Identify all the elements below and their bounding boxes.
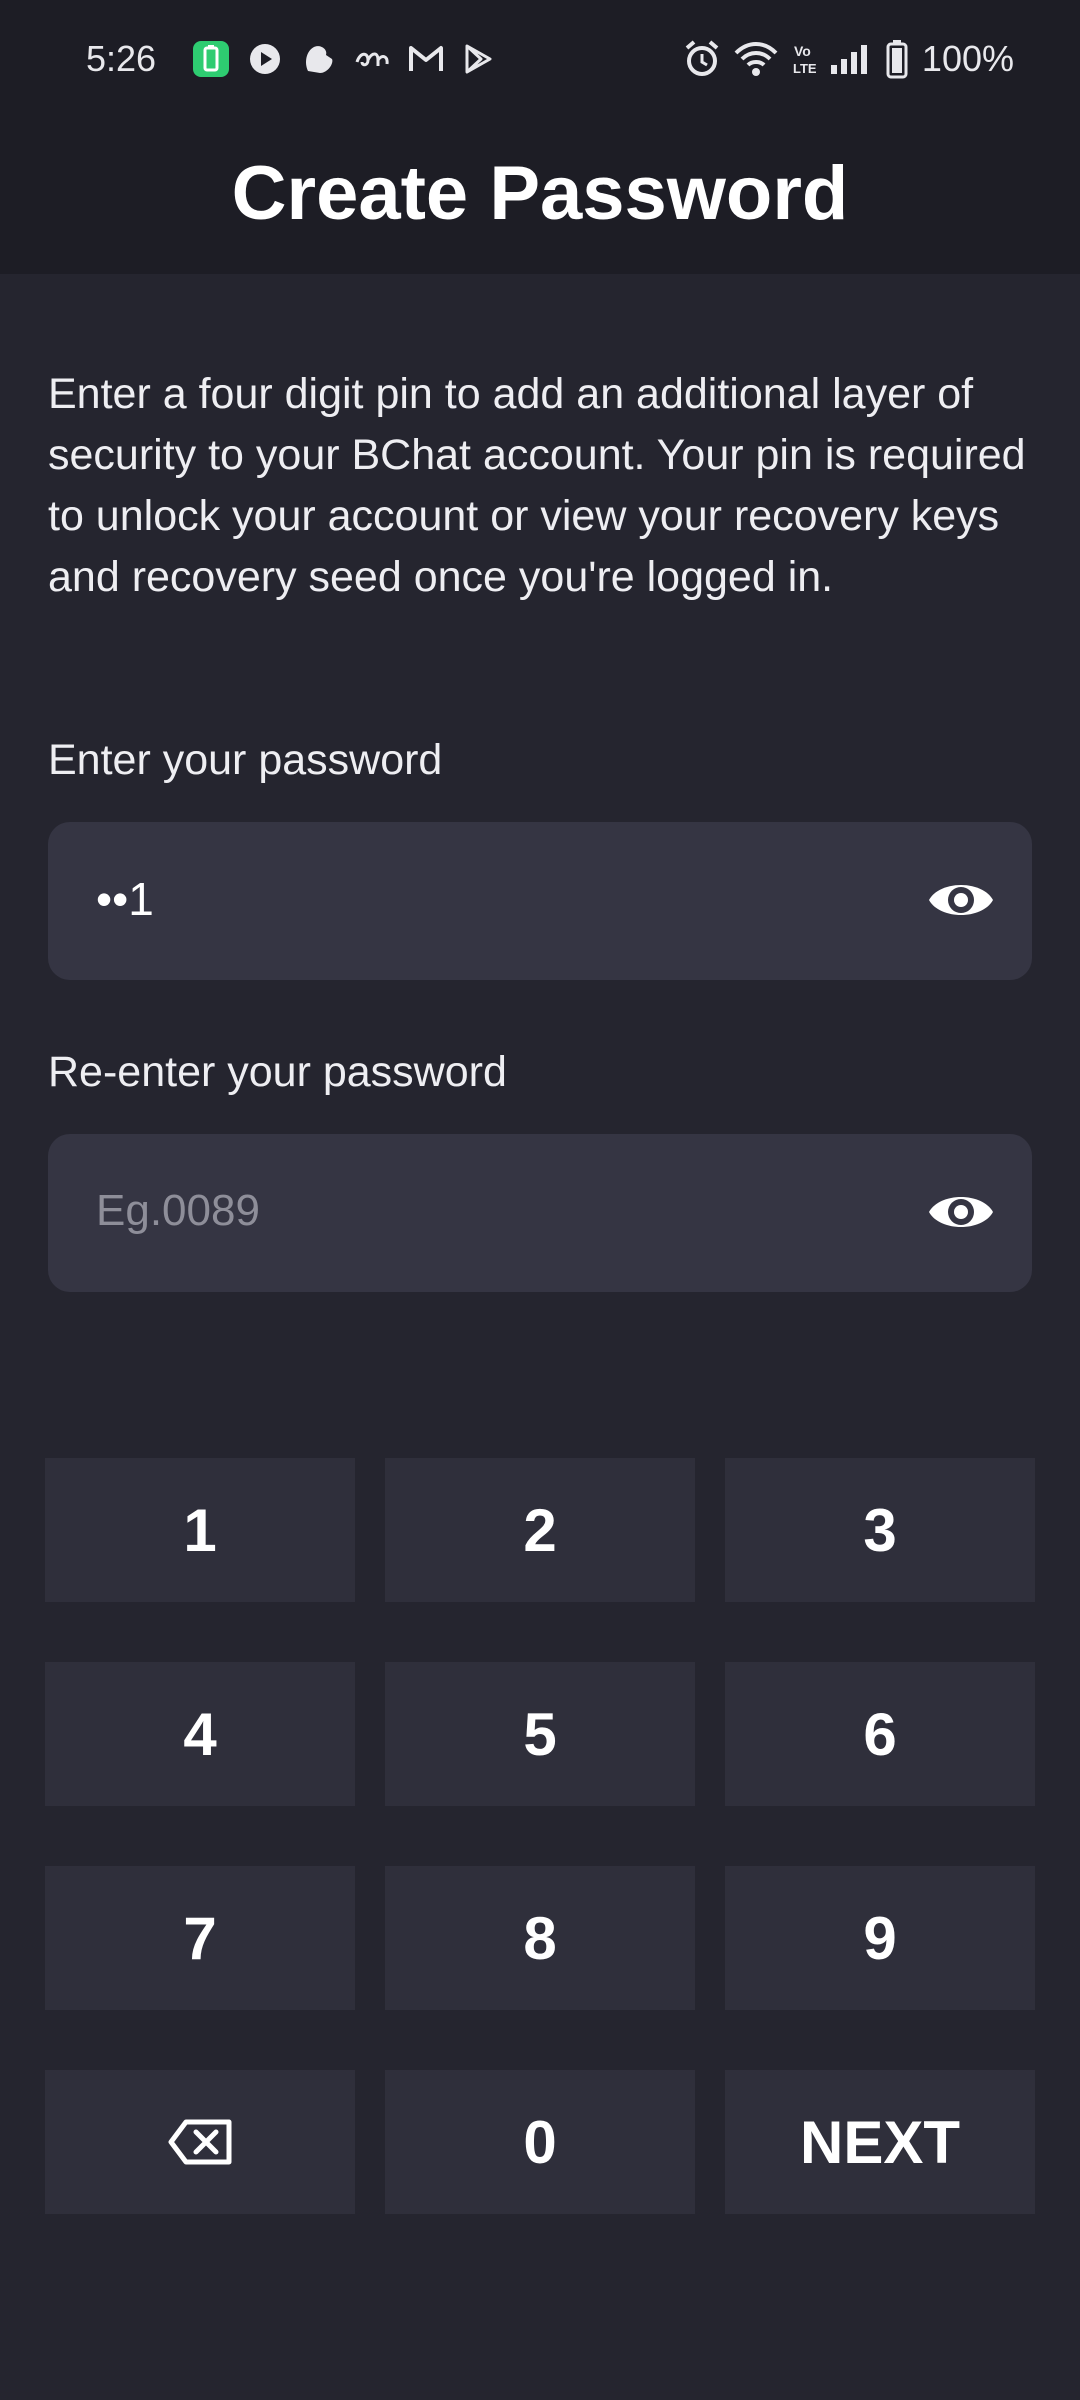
status-time: 5:26 <box>86 38 157 79</box>
confirm-password-label: Re-enter your password <box>48 1048 507 1096</box>
key-8[interactable]: 8 <box>385 1866 695 2010</box>
key-3[interactable]: 3 <box>725 1458 1035 1602</box>
password-input[interactable]: ••1 <box>48 822 1032 980</box>
key-4[interactable]: 4 <box>45 1662 355 1806</box>
wifi-icon <box>734 42 778 76</box>
play-store-icon <box>465 44 492 74</box>
status-bar: 5:26 Vo LTE 100% <box>0 0 1080 120</box>
alarm-icon <box>685 40 719 76</box>
confirm-password-placeholder: Eg.0089 <box>96 1186 260 1235</box>
next-button[interactable]: NEXT <box>725 2070 1035 2214</box>
key-0[interactable]: 0 <box>385 2070 695 2214</box>
numeric-keypad: 1 2 3 4 5 6 7 8 9 0 NEXT <box>45 1458 1035 2214</box>
key-9[interactable]: 9 <box>725 1866 1035 2010</box>
app-header: Create Password <box>0 120 1080 274</box>
backspace-icon <box>168 2119 232 2165</box>
page-title: Create Password <box>231 151 849 236</box>
volte-icon: Vo LTE <box>793 43 816 76</box>
signal-icon <box>830 45 867 74</box>
script-icon <box>355 52 389 67</box>
battery-icon <box>886 40 908 79</box>
eye-icon[interactable] <box>926 1180 996 1244</box>
password-value: ••1 <box>96 873 154 925</box>
notification-icons <box>192 40 494 78</box>
key-5[interactable]: 5 <box>385 1662 695 1806</box>
key-1[interactable]: 1 <box>45 1458 355 1602</box>
key-7[interactable]: 7 <box>45 1866 355 2010</box>
description-text: Enter a four digit pin to add an additio… <box>48 370 1026 601</box>
password-label: Enter your password <box>48 736 443 784</box>
battery-percentage: 100% <box>921 38 1014 79</box>
backspace-button[interactable] <box>45 2070 355 2214</box>
key-2[interactable]: 2 <box>385 1458 695 1602</box>
svg-text:Vo: Vo <box>794 43 811 59</box>
confirm-password-input[interactable]: Eg.0089 <box>48 1134 1032 1292</box>
svg-text:LTE: LTE <box>793 61 816 76</box>
hand-icon <box>306 46 333 73</box>
battery-saver-icon <box>193 41 229 77</box>
eye-icon[interactable] <box>926 868 996 932</box>
key-6[interactable]: 6 <box>725 1662 1035 1806</box>
youtube-icon <box>250 44 280 74</box>
system-status: Vo LTE 100% <box>684 38 1014 80</box>
gmail-icon <box>409 46 443 71</box>
